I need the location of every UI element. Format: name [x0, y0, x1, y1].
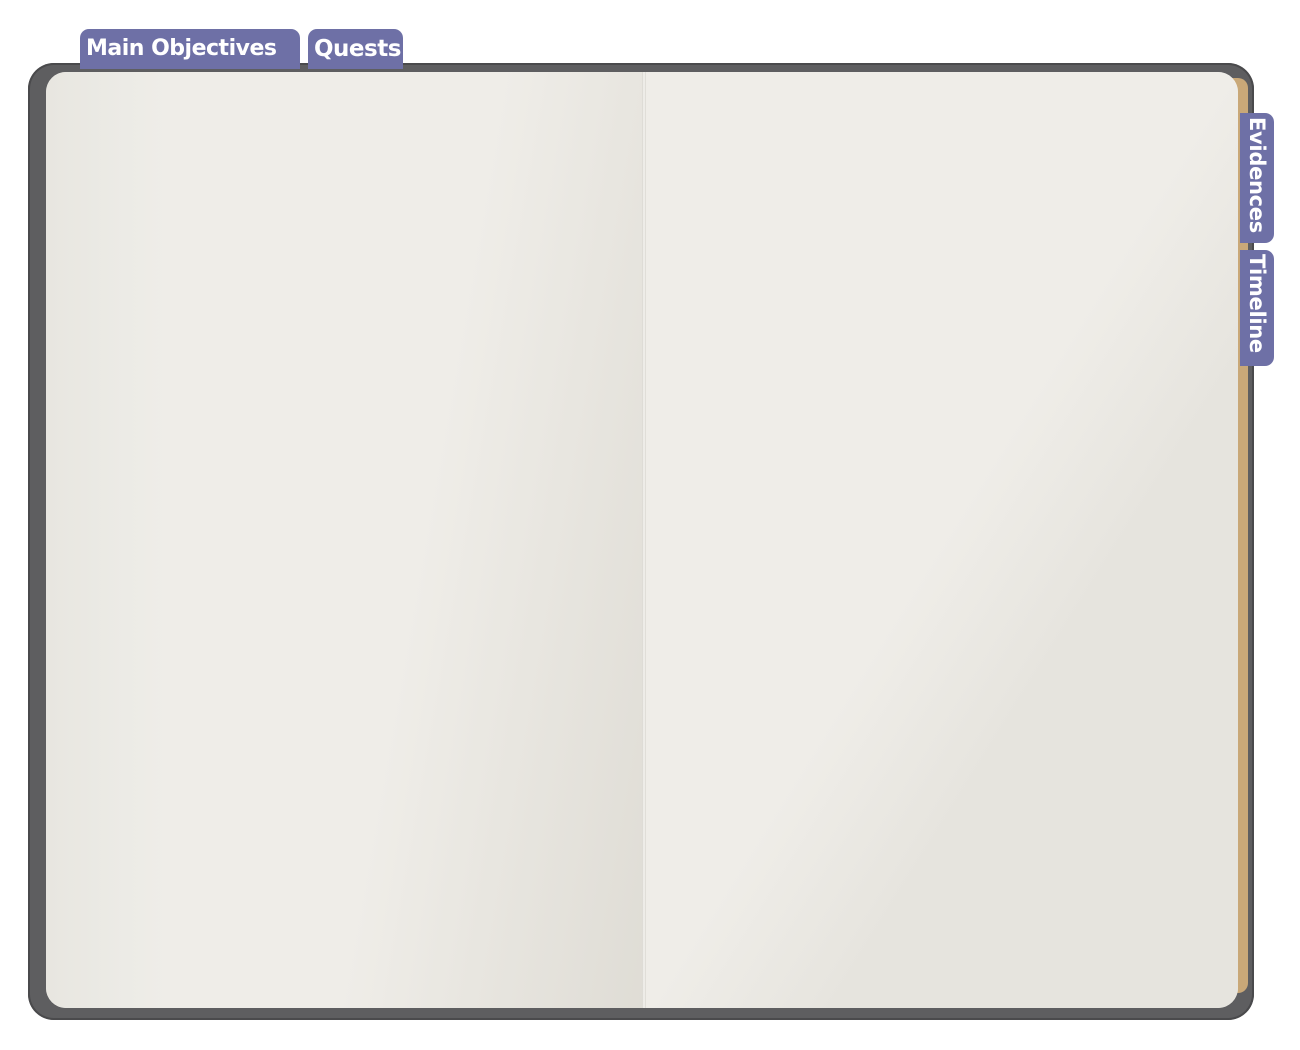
tab-main-objectives[interactable]: Main Objectives: [80, 29, 300, 69]
right-page: [644, 72, 1238, 1008]
journal-screen: Main Objectives Quests Evidences Timelin…: [0, 0, 1300, 1050]
notebook-spine: [642, 72, 646, 1008]
notebook-pages: [46, 72, 1238, 1008]
tab-timeline[interactable]: Timeline: [1240, 250, 1274, 366]
tab-quests[interactable]: Quests: [308, 29, 403, 69]
tab-evidences[interactable]: Evidences: [1240, 113, 1274, 243]
left-page: [46, 72, 644, 1008]
